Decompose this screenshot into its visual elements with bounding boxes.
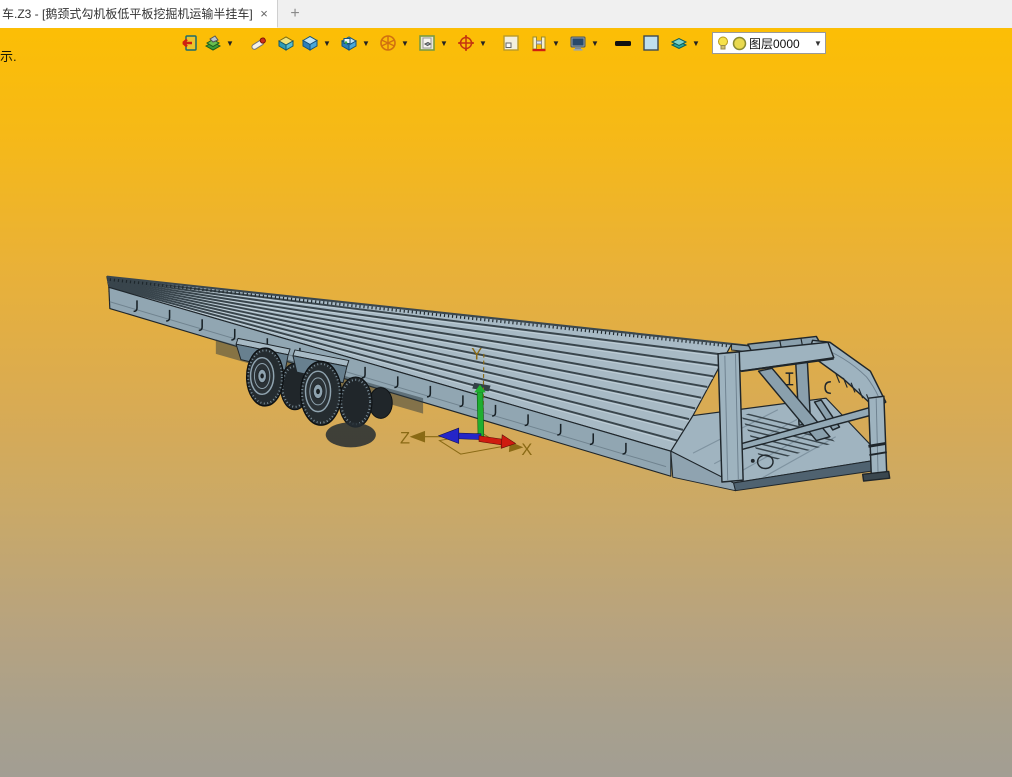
- x-axis-red: [478, 435, 506, 446]
- y-axis-label: Y: [471, 346, 482, 364]
- document-tab[interactable]: 车.Z3 - [鹅颈式勾机板低平板挖掘机运输半挂车] ×: [0, 0, 278, 28]
- z-datum-arrow: [409, 430, 426, 443]
- z-axis-label: Z: [400, 429, 410, 447]
- viewport: 示. ▼ ▼ ▼ ▼ ▼ ▼ ▼ ▼ ▼ 图层0000 ▼ Z X Y: [0, 28, 1012, 777]
- x-axis-label: X: [521, 441, 532, 459]
- tab-bar: 车.Z3 - [鹅颈式勾机板低平板挖掘机运输半挂车] × +: [0, 0, 1012, 29]
- tab-close-icon[interactable]: ×: [255, 5, 273, 23]
- y-axis-green: [476, 392, 485, 438]
- document-tab-title: 车.Z3 - [鹅颈式勾机板低平板挖掘机运输半挂车]: [2, 7, 253, 21]
- viewport-canvas[interactable]: Z X Y: [0, 28, 1012, 777]
- zw3d-window: 车.Z3 - [鹅颈式勾机板低平板挖掘机运输半挂车] × + 示. ▼ ▼ ▼ …: [0, 0, 1012, 777]
- trailer-model[interactable]: [106, 275, 891, 492]
- new-tab-button[interactable]: +: [283, 4, 307, 24]
